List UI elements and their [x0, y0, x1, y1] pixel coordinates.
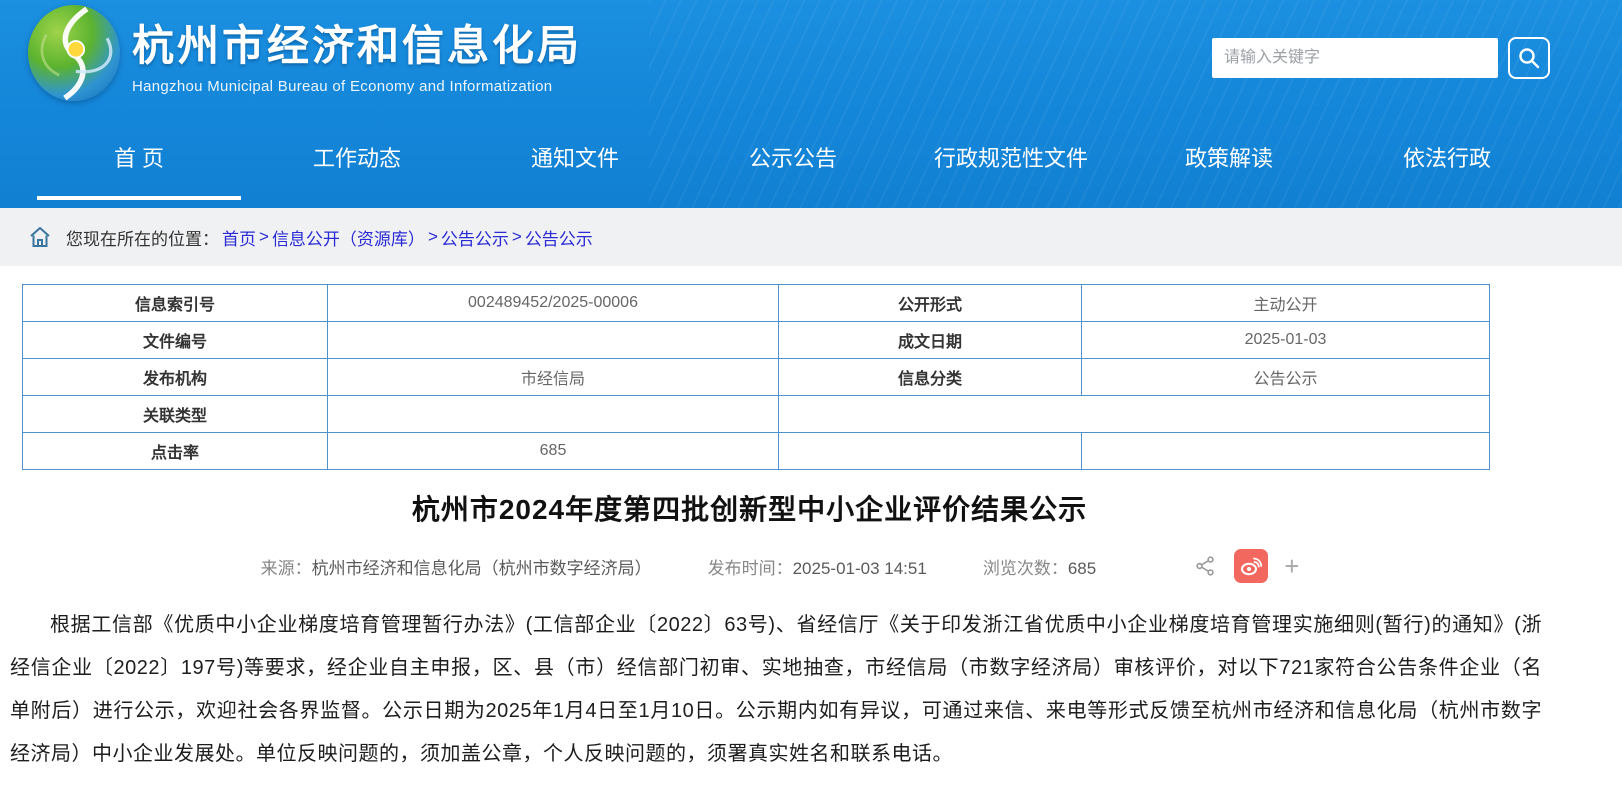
article-views: 浏览次数：685 — [983, 554, 1096, 579]
breadcrumb-link-info-disclosure[interactable]: 信息公开（资源库） — [272, 225, 425, 250]
nav-tab-law-based-administration[interactable]: 依法行政 — [1338, 122, 1556, 192]
site-subtitle-en: Hangzhou Municipal Bureau of Economy and… — [132, 78, 582, 95]
breadcrumb-link-home[interactable]: 首页 — [222, 225, 256, 250]
article-meta: 来源：杭州市经济和信息化局（杭州市数字经济局） 发布时间：2025-01-03 … — [0, 546, 1540, 586]
share-toolbar: + — [1184, 549, 1307, 583]
table-value-cell — [1082, 433, 1490, 470]
table-row: 文件编号 成文日期 2025-01-03 — [23, 322, 1490, 359]
site-title: 杭州市经济和信息化局 — [132, 12, 582, 73]
table-label-cell: 信息分类 — [779, 359, 1082, 396]
article-body: 根据工信部《优质中小企业梯度培育管理暂行办法》(工信部企业〔2022〕63号)、… — [10, 604, 1542, 776]
table-label-cell: 成文日期 — [779, 322, 1082, 359]
publish-time-value: 2025-01-03 14:51 — [793, 559, 927, 578]
breadcrumb-link-announcements[interactable]: 公告公示 — [441, 225, 509, 250]
table-label-cell: 点击率 — [23, 433, 328, 470]
table-row: 发布机构 市经信局 信息分类 公告公示 — [23, 359, 1490, 396]
table-value-cell: 002489452/2025-00006 — [328, 285, 779, 322]
table-merged-cell — [779, 396, 1490, 433]
search-button[interactable] — [1508, 37, 1550, 79]
home-icon[interactable] — [28, 226, 52, 248]
site-titles: 杭州市经济和信息化局 Hangzhou Municipal Bureau of … — [132, 12, 582, 95]
nav-tab-home[interactable]: 首 页 — [30, 122, 248, 192]
breadcrumb-location-label: 您现在所在的位置： — [66, 225, 219, 250]
table-value-cell: 主动公开 — [1082, 285, 1490, 322]
views-value: 685 — [1068, 559, 1096, 578]
site-header: 杭州市经济和信息化局 Hangzhou Municipal Bureau of … — [0, 0, 1622, 208]
document-info-table: 信息索引号 002489452/2025-00006 公开形式 主动公开 文件编… — [22, 284, 1490, 470]
article-publish-time: 发布时间：2025-01-03 14:51 — [708, 554, 927, 579]
breadcrumb: 您现在所在的位置： 首页 > 信息公开（资源库） > 公告公示 > 公告公示 — [0, 208, 1622, 266]
breadcrumb-link-announcements-2[interactable]: 公告公示 — [525, 225, 593, 250]
source-label: 来源： — [261, 559, 312, 578]
table-row: 信息索引号 002489452/2025-00006 公开形式 主动公开 — [23, 285, 1490, 322]
publish-time-label: 发布时间： — [708, 559, 793, 578]
nav-tab-public-announcements[interactable]: 公示公告 — [684, 122, 902, 192]
search-icon — [1517, 46, 1541, 70]
table-value-cell — [328, 396, 779, 433]
more-share-button[interactable]: + — [1284, 553, 1299, 579]
table-value-cell: 公告公示 — [1082, 359, 1490, 396]
site-search — [1212, 37, 1550, 79]
bureau-logo — [28, 5, 120, 101]
table-value-cell: 685 — [328, 433, 779, 470]
source-value: 杭州市经济和信息化局（杭州市数字经济局） — [312, 559, 652, 578]
logo-swirl-graphic — [28, 5, 120, 101]
table-value-cell: 市经信局 — [328, 359, 779, 396]
weibo-icon — [1239, 554, 1263, 578]
nav-tab-administrative-normative-documents[interactable]: 行政规范性文件 — [902, 122, 1120, 192]
nav-tab-policy-interpretation[interactable]: 政策解读 — [1120, 122, 1338, 192]
table-row: 关联类型 — [23, 396, 1490, 433]
table-label-cell: 发布机构 — [23, 359, 328, 396]
table-label-cell: 文件编号 — [23, 322, 328, 359]
breadcrumb-separator: > — [512, 227, 522, 247]
nav-tab-notice-documents[interactable]: 通知文件 — [466, 122, 684, 192]
table-value-cell: 2025-01-03 — [1082, 322, 1490, 359]
share-icon — [1194, 555, 1216, 577]
share-button[interactable] — [1194, 555, 1216, 577]
nav-tab-work-news[interactable]: 工作动态 — [248, 122, 466, 192]
search-input[interactable] — [1212, 38, 1498, 78]
main-navigation: 首 页 工作动态 通知文件 公示公告 行政规范性文件 政策解读 依法行政 — [30, 122, 1556, 208]
table-label-cell: 公开形式 — [779, 285, 1082, 322]
weibo-share-button[interactable] — [1234, 549, 1268, 583]
table-row: 点击率 685 — [23, 433, 1490, 470]
table-value-cell — [328, 322, 779, 359]
table-label-cell — [779, 433, 1082, 470]
table-label-cell: 关联类型 — [23, 396, 328, 433]
table-label-cell: 信息索引号 — [23, 285, 328, 322]
article-title: 杭州市2024年度第四批创新型中小企业评价结果公示 — [22, 488, 1477, 528]
breadcrumb-separator: > — [259, 227, 269, 247]
article-source: 来源：杭州市经济和信息化局（杭州市数字经济局） — [261, 554, 652, 579]
breadcrumb-separator: > — [428, 227, 438, 247]
views-label: 浏览次数： — [983, 559, 1068, 578]
